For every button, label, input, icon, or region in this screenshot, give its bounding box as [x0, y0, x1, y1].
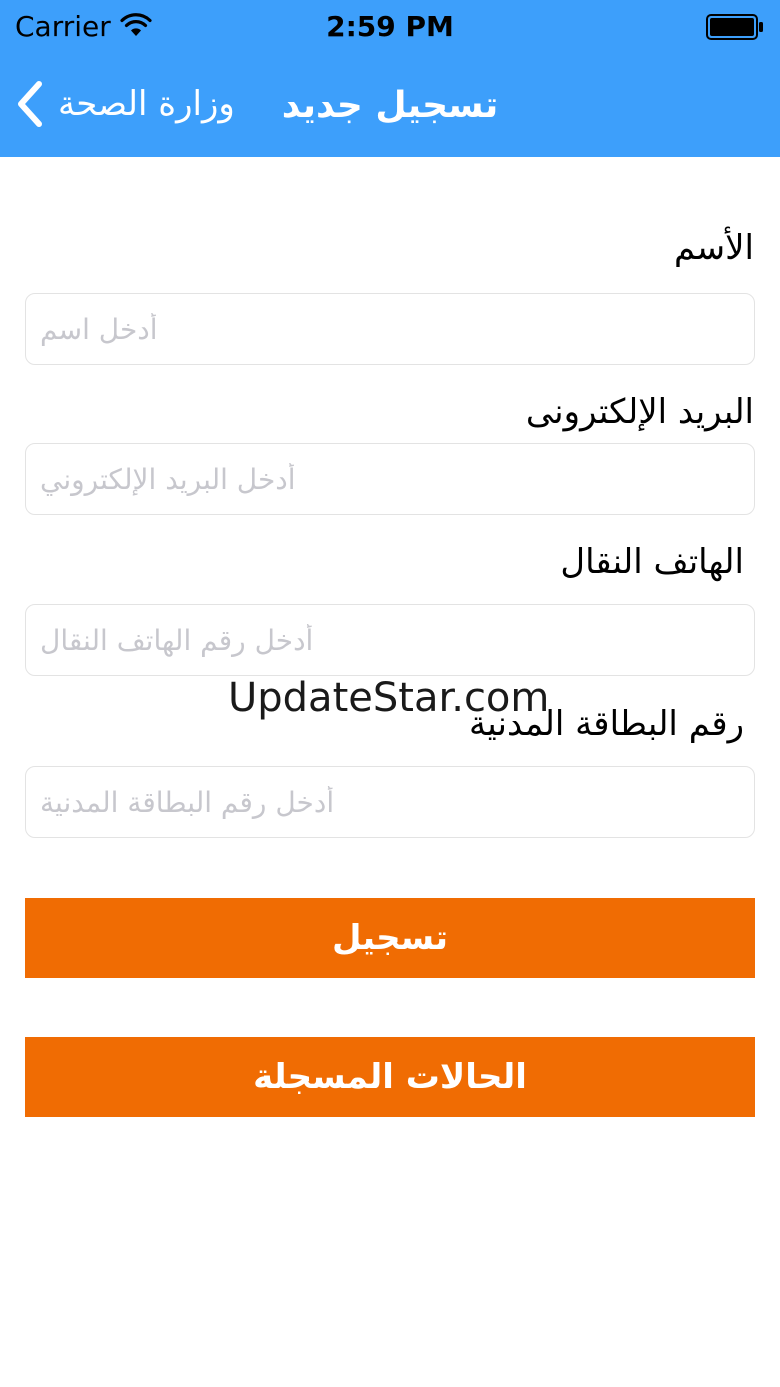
- registered-cases-button[interactable]: الحالات المسجلة: [25, 1037, 755, 1117]
- navigation-bar: وزارة الصحة تسجيل جديد: [0, 54, 780, 157]
- status-time: 2:59 PM: [326, 10, 454, 43]
- status-bar: Carrier 2:59 PM: [0, 0, 780, 54]
- civil-id-input[interactable]: [25, 766, 755, 838]
- back-button[interactable]: وزارة الصحة: [14, 76, 254, 132]
- name-label: الأسم: [674, 228, 754, 268]
- header: Carrier 2:59 PM وزارة الصحة تسجيل جديد: [0, 0, 780, 157]
- battery-icon: [706, 14, 763, 40]
- register-button[interactable]: تسجيل: [25, 898, 755, 978]
- registration-screen: Carrier 2:59 PM وزارة الصحة تسجيل جديد ا…: [0, 0, 780, 1387]
- phone-input[interactable]: [25, 604, 755, 676]
- chevron-left-icon: [18, 81, 42, 127]
- watermark: UpdateStar.com: [228, 675, 550, 721]
- email-input[interactable]: [25, 443, 755, 515]
- name-input[interactable]: [25, 293, 755, 365]
- phone-label: الهاتف النقال: [560, 542, 744, 582]
- back-button-label: وزارة الصحة: [58, 84, 235, 124]
- email-label: البريد الإلكترونى: [525, 392, 754, 432]
- page-title: تسجيل جديد: [281, 85, 499, 126]
